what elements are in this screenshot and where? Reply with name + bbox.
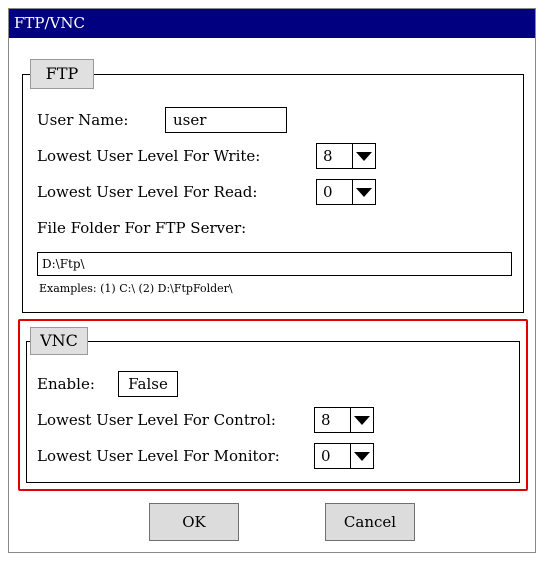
chevron-down-icon[interactable]	[350, 444, 373, 468]
user-name-input[interactable]: user	[165, 107, 287, 133]
monitor-level-select[interactable]: 0	[314, 443, 374, 469]
folder-examples: Examples: (1) C:\ (2) D:\FtpFolder\	[39, 282, 233, 295]
chevron-down-icon[interactable]	[350, 408, 373, 432]
chevron-down-icon[interactable]	[352, 180, 375, 204]
write-level-label: Lowest User Level For Write:	[37, 147, 261, 165]
read-level-select[interactable]: 0	[316, 179, 376, 205]
vnc-enable-toggle[interactable]: False	[118, 371, 178, 397]
control-level-label: Lowest User Level For Control:	[37, 411, 276, 429]
folder-input[interactable]: D:\Ftp\	[37, 252, 512, 276]
vnc-legend: VNC	[30, 327, 88, 355]
read-level-label: Lowest User Level For Read:	[37, 183, 258, 201]
write-level-select[interactable]: 8	[316, 143, 376, 169]
read-level-value: 0	[323, 183, 333, 201]
window-title: FTP/VNC	[9, 9, 535, 38]
cancel-button[interactable]: Cancel	[325, 503, 415, 541]
ok-button[interactable]: OK	[149, 503, 239, 541]
folder-label: File Folder For FTP Server:	[37, 219, 247, 237]
monitor-level-label: Lowest User Level For Monitor:	[37, 447, 280, 465]
chevron-down-icon[interactable]	[352, 144, 375, 168]
write-level-value: 8	[323, 147, 333, 165]
control-level-value: 8	[321, 411, 331, 429]
ftp-vnc-dialog: FTP/VNC FTP User Name: user Lowest User …	[8, 8, 536, 553]
monitor-level-value: 0	[321, 447, 331, 465]
user-name-label: User Name:	[37, 111, 129, 129]
vnc-enable-label: Enable:	[37, 375, 95, 393]
control-level-select[interactable]: 8	[314, 407, 374, 433]
ftp-legend: FTP	[30, 59, 94, 89]
